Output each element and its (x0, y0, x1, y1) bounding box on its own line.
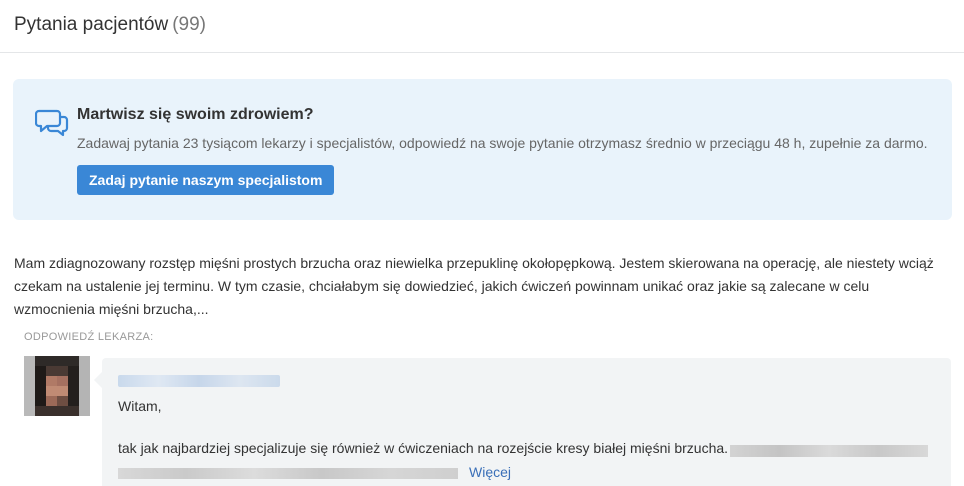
answer-text-blurred (730, 445, 928, 457)
doctor-name-blurred (118, 375, 280, 387)
ask-question-banner: Martwisz się swoim zdrowiem? Zadawaj pyt… (13, 79, 952, 220)
question-text: Mam zdiagnozowany rozstęp mięśni prostyc… (14, 255, 934, 317)
answer-label: Odpowiedź lekarza: (24, 331, 154, 343)
section-title: Pytania pacjentów (14, 14, 169, 35)
banner-title: Martwisz się swoim zdrowiem? (77, 106, 314, 123)
more-link[interactable]: Więcej (469, 464, 511, 480)
answer-text: tak jak najbardziej specjalizuje się rów… (118, 440, 729, 456)
ask-specialists-button[interactable]: Zadaj pytanie naszym specjalistom (77, 165, 335, 195)
doctor-avatar[interactable] (24, 356, 90, 416)
question-count: (99) (172, 14, 207, 35)
answer-greeting: Witam, (118, 398, 162, 414)
banner-description: Zadawaj pytania 23 tysiącom lekarzy i sp… (77, 135, 928, 151)
doctor-answer: Witam, tak jak najbardziej specjalizuje … (94, 358, 951, 486)
section-header: Pytania pacjentów (99) (0, 0, 964, 53)
answer-text-blurred-line (118, 468, 458, 479)
chat-bubbles-icon (35, 109, 69, 137)
